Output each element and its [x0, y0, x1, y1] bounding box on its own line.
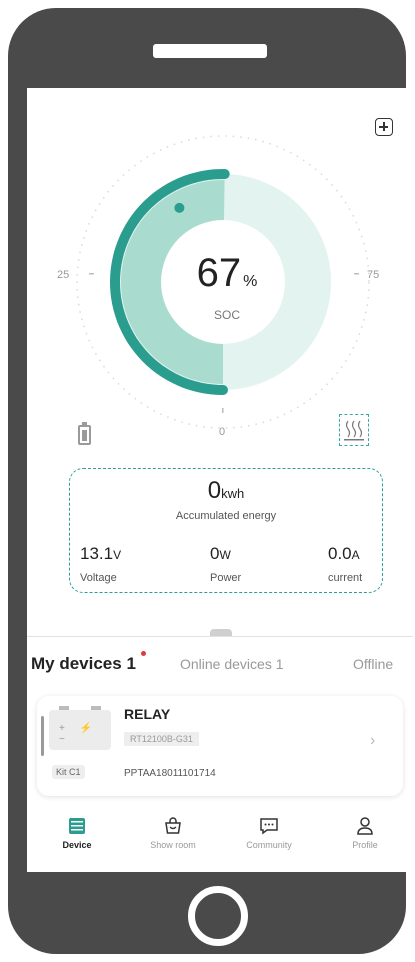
- heater-icon[interactable]: [339, 414, 369, 446]
- device-tabs: My devices 1 Online devices 1 Offline: [27, 648, 413, 688]
- device-name: RELAY: [124, 706, 171, 722]
- tab-offline[interactable]: Offline: [353, 656, 393, 672]
- notification-badge: [141, 651, 146, 656]
- nav-community-label: Community: [246, 840, 292, 850]
- power-value: 0W: [210, 544, 231, 563]
- shopping-bag-icon: [165, 817, 181, 834]
- sheet-divider: [27, 636, 413, 637]
- device-grid-icon: [69, 818, 85, 834]
- device-serial: PPTAA18011101714: [124, 768, 216, 779]
- device-card[interactable]: + ⚡ − Kit C1 RELAY RT12100B-G31 PPTAA180…: [37, 696, 403, 796]
- user-icon: [357, 817, 373, 835]
- bottom-nav: Device Show room Community Profile: [27, 810, 413, 872]
- tick-mark-right: [354, 273, 359, 275]
- home-button[interactable]: [188, 886, 248, 946]
- energy-panel: 0kwh Accumulated energy 13.1V Voltage 0W…: [69, 468, 383, 593]
- battery-product-image: + ⚡ −: [49, 706, 111, 750]
- chevron-right-icon[interactable]: ›: [370, 732, 375, 750]
- soc-value: 67%: [196, 251, 258, 295]
- device-model: RT12100B-G31: [124, 732, 199, 746]
- nav-device-label: Device: [62, 840, 92, 850]
- phone-frame: 67% SOC 25 75 0 0kwh Accumulated energy …: [8, 8, 413, 954]
- tick-label-75: 75: [367, 269, 380, 281]
- battery-icon: [78, 422, 91, 445]
- nav-profile-label: Profile: [352, 840, 378, 850]
- accumulated-energy-label: Accumulated energy: [175, 510, 277, 522]
- soc-label: SOC: [213, 308, 240, 322]
- app-screen: 67% SOC 25 75 0 0kwh Accumulated energy …: [27, 88, 413, 872]
- tick-label-25: 25: [57, 269, 70, 281]
- current-label: current: [328, 572, 363, 584]
- tick-mark-bottom: [222, 408, 224, 413]
- card-accent-bar: [41, 716, 44, 756]
- tick-label-0: 0: [219, 426, 226, 438]
- tab-online-devices[interactable]: Online devices 1: [180, 656, 284, 672]
- chat-bubble-icon: [260, 818, 278, 835]
- phone-speaker: [153, 44, 267, 58]
- nav-showroom-label: Show room: [150, 840, 196, 850]
- gauge-knob: [174, 202, 185, 213]
- heater-waves: [344, 420, 364, 441]
- tick-mark-left: [89, 273, 94, 275]
- kit-badge: Kit C1: [52, 765, 85, 779]
- voltage-label: Voltage: [80, 572, 117, 584]
- battery-symbols: + ⚡ −: [59, 723, 99, 745]
- current-value: 0.0A: [328, 544, 360, 563]
- accumulated-energy-value: 0kwh: [207, 477, 245, 504]
- voltage-value: 13.1V: [80, 544, 122, 563]
- power-label: Power: [210, 572, 242, 584]
- tab-my-devices[interactable]: My devices 1: [31, 654, 136, 674]
